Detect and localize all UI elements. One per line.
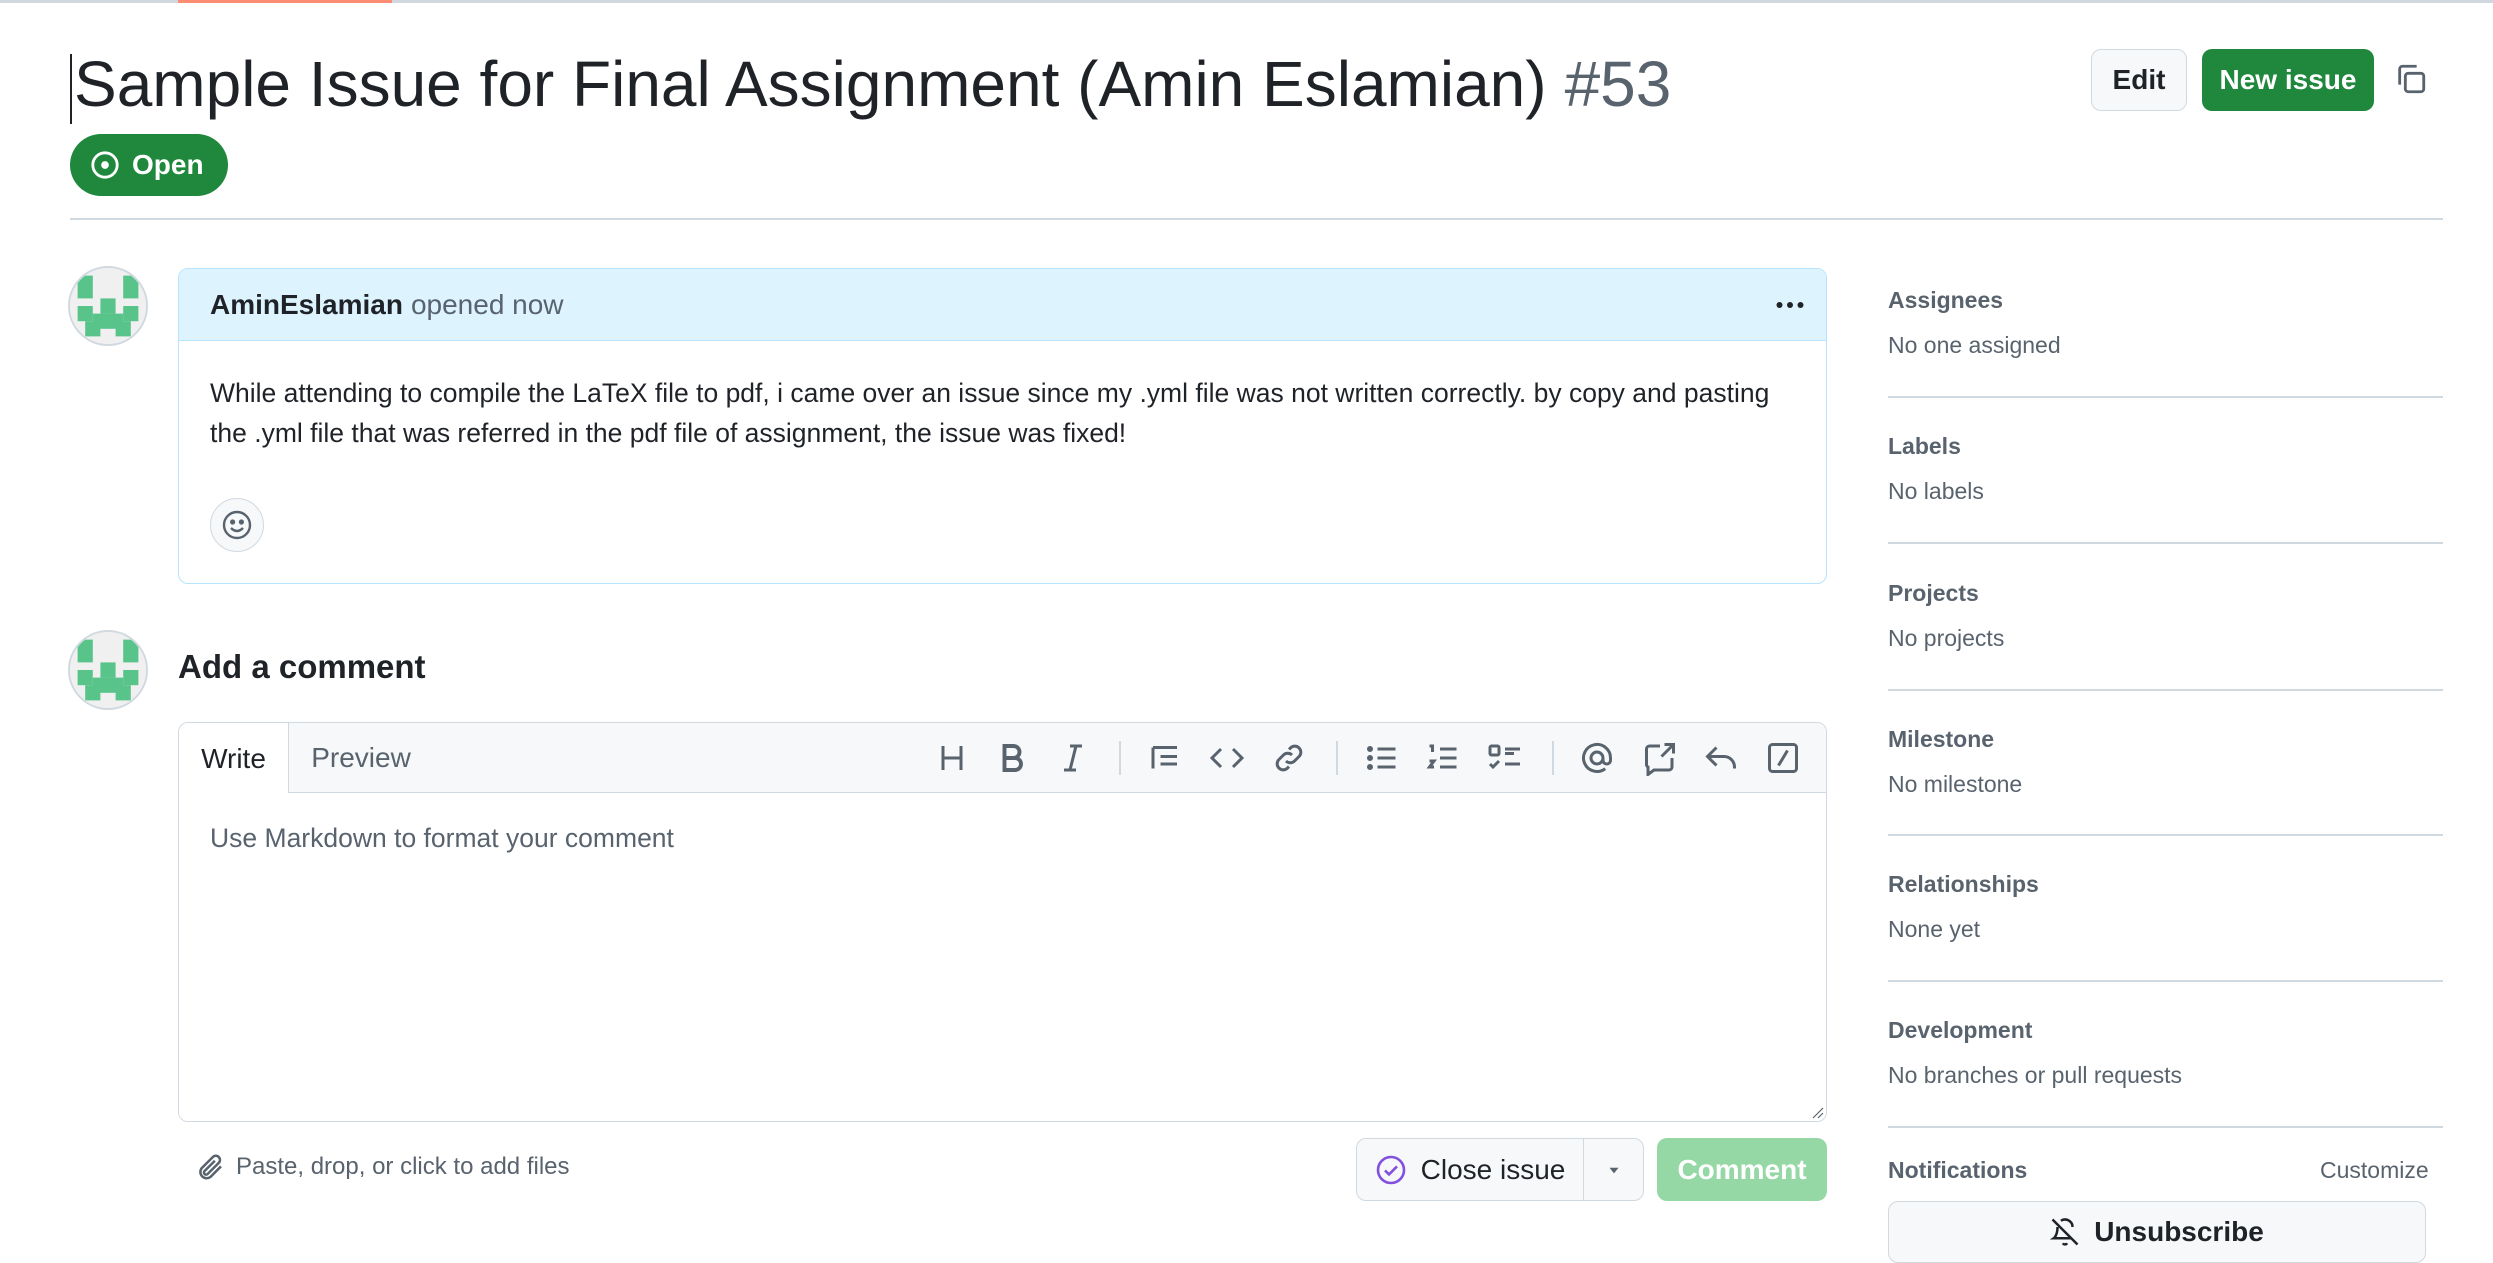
triangle-down-icon bbox=[1609, 1167, 1618, 1173]
comment-author[interactable]: AminEslamian bbox=[210, 289, 403, 321]
toolbar-divider bbox=[1552, 741, 1554, 775]
issue-body-comment: AminEslamian opened now While attending … bbox=[178, 268, 1827, 584]
unsubscribe-label: Unsubscribe bbox=[2094, 1216, 2264, 1247]
sidebar-value-labels: No labels bbox=[1888, 478, 1984, 504]
check-circle-icon bbox=[1376, 1155, 1405, 1184]
copy-icon[interactable] bbox=[2394, 62, 2428, 96]
italic-icon[interactable] bbox=[1055, 740, 1091, 776]
smiley-icon bbox=[222, 510, 252, 540]
unordered-list-icon[interactable] bbox=[1364, 740, 1400, 776]
link-icon[interactable] bbox=[1271, 740, 1307, 776]
attach-files[interactable]: Paste, drop, or click to add files bbox=[196, 1152, 570, 1182]
customize-notifications-link[interactable]: Customize bbox=[2320, 1157, 2429, 1184]
new-issue-button[interactable]: New issue bbox=[2202, 49, 2374, 111]
code-icon[interactable] bbox=[1209, 740, 1245, 776]
top-border bbox=[0, 0, 2493, 3]
comment-meta[interactable]: opened now bbox=[411, 289, 564, 321]
cross-reference-icon[interactable] bbox=[1642, 740, 1678, 776]
avatar[interactable] bbox=[68, 266, 148, 346]
tab-preview[interactable]: Preview bbox=[301, 723, 421, 793]
sidebar-divider bbox=[1888, 834, 2443, 836]
sidebar-relationships: Relationships None yet bbox=[1888, 871, 2443, 943]
sidebar-label-projects[interactable]: Projects bbox=[1888, 580, 2443, 607]
sidebar-label-milestone[interactable]: Milestone bbox=[1888, 726, 2443, 753]
sidebar-assignees: Assignees No one assigned bbox=[1888, 287, 2443, 359]
add-reaction-button[interactable] bbox=[210, 498, 264, 552]
sidebar-divider bbox=[1888, 1126, 2443, 1128]
mention-icon[interactable] bbox=[1579, 740, 1615, 776]
bold-icon[interactable] bbox=[994, 740, 1030, 776]
kebab-horizontal-icon[interactable] bbox=[1772, 287, 1808, 323]
quote-icon[interactable] bbox=[1147, 740, 1183, 776]
comment-body: While attending to compile the LaTeX fil… bbox=[210, 378, 1770, 448]
sidebar-divider bbox=[1888, 542, 2443, 544]
sidebar-value-projects: No projects bbox=[1888, 625, 2005, 651]
issue-number: #53 bbox=[1564, 48, 1672, 120]
comment-textarea[interactable] bbox=[179, 793, 1826, 1121]
issue-state-label: Open bbox=[132, 149, 204, 180]
sidebar-value-milestone: No milestone bbox=[1888, 771, 2023, 797]
sidebar-labels: Labels No labels bbox=[1888, 433, 2443, 505]
sidebar-divider bbox=[1888, 689, 2443, 691]
unsubscribe-button[interactable]: Unsubscribe bbox=[1888, 1201, 2426, 1263]
comment-header: AminEslamian opened now bbox=[179, 269, 1826, 341]
identicon bbox=[70, 268, 146, 344]
heading-icon[interactable] bbox=[934, 740, 970, 776]
sidebar-label-assignees[interactable]: Assignees bbox=[1888, 287, 2443, 314]
close-issue-label: Close issue bbox=[1420, 1153, 1566, 1185]
sidebar-development: Development No branches or pull requests bbox=[1888, 1017, 2443, 1089]
sidebar-value-relationships: None yet bbox=[1888, 916, 1981, 942]
sidebar-divider bbox=[1888, 396, 2443, 398]
tab-write[interactable]: Write bbox=[179, 723, 289, 794]
bell-slash-icon bbox=[2050, 1218, 2079, 1246]
close-issue-group: Close issue bbox=[1356, 1138, 1644, 1201]
sidebar-label-labels[interactable]: Labels bbox=[1888, 433, 2443, 460]
text-cursor bbox=[70, 54, 72, 125]
toolbar-divider bbox=[1119, 741, 1121, 775]
sidebar-milestone: Milestone No milestone bbox=[1888, 726, 2443, 798]
attach-files-label: Paste, drop, or click to add files bbox=[236, 1153, 570, 1180]
editor-toolbar: Write Preview bbox=[179, 723, 1826, 794]
close-issue-button[interactable]: Close issue bbox=[1357, 1139, 1584, 1200]
slash-command-icon[interactable] bbox=[1765, 740, 1801, 776]
close-issue-dropdown[interactable] bbox=[1584, 1139, 1643, 1200]
add-comment-heading: Add a comment bbox=[178, 648, 426, 685]
toolbar-divider bbox=[1336, 741, 1338, 775]
sidebar-value-assignees: No one assigned bbox=[1888, 332, 2061, 358]
issue-title-line: Sample Issue for Final Assignment (Amin … bbox=[70, 44, 1672, 125]
comment-submit-button[interactable]: Comment bbox=[1657, 1138, 1827, 1201]
sidebar-value-development: No branches or pull requests bbox=[1888, 1062, 2183, 1088]
reply-icon[interactable] bbox=[1703, 740, 1739, 776]
header-divider bbox=[70, 218, 2443, 220]
issue-title: Sample Issue for Final Assignment (Amin … bbox=[74, 48, 1547, 120]
identicon bbox=[70, 632, 146, 708]
issue-opened-icon bbox=[91, 151, 119, 179]
issue-state-badge: Open bbox=[70, 134, 228, 196]
sidebar-divider bbox=[1888, 980, 2443, 982]
ordered-list-icon[interactable] bbox=[1425, 740, 1461, 776]
sidebar-label-development[interactable]: Development bbox=[1888, 1017, 2443, 1044]
sidebar-label-relationships[interactable]: Relationships bbox=[1888, 871, 2443, 898]
active-tab-underline bbox=[178, 0, 392, 3]
paperclip-icon bbox=[199, 1154, 222, 1180]
sidebar-projects: Projects No projects bbox=[1888, 580, 2443, 652]
comment-editor: Write Preview bbox=[178, 722, 1827, 1122]
tasklist-icon[interactable] bbox=[1487, 740, 1523, 776]
avatar[interactable] bbox=[68, 630, 148, 710]
resize-handle-icon[interactable] bbox=[1808, 1103, 1824, 1119]
edit-button[interactable]: Edit bbox=[2091, 49, 2187, 111]
